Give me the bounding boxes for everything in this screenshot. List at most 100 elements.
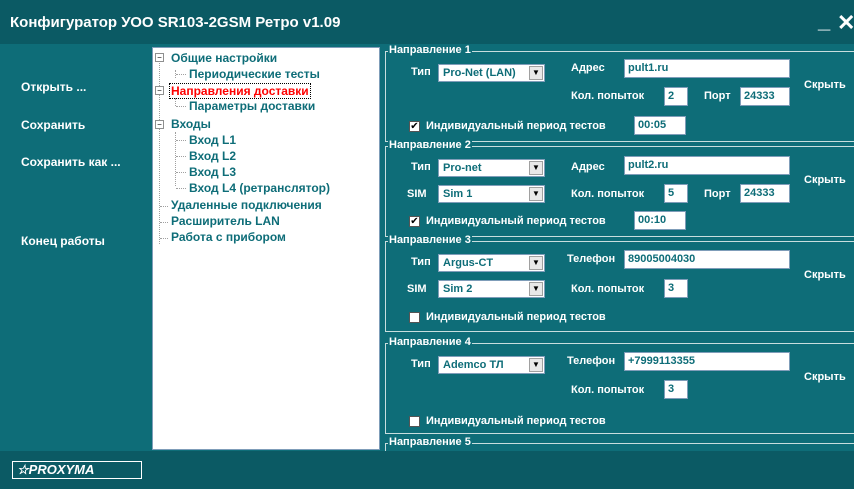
port-field[interactable]: 24333 [740,87,790,106]
chevron-down-icon[interactable]: ▼ [529,66,543,80]
chevron-down-icon[interactable]: ▼ [529,358,543,372]
type-select[interactable]: Ademco ТЛ ▼ [438,356,545,374]
tree-guide-line [160,206,168,207]
attempts-label: Кол. попыток [571,283,645,295]
individual-period-checkbox[interactable] [409,312,420,323]
address-label: Адрес [571,62,605,74]
address-label: Адрес [571,161,605,173]
type-value: Pro-Net (LAN) [443,67,516,79]
individual-period-label: Индивидуальный период тестов [426,215,606,227]
chevron-down-icon[interactable]: ▼ [529,187,543,201]
tree-guide-line [160,238,168,239]
port-label: Порт [704,90,731,102]
direction-group: Направление 2 Тип Pro-net ▼ Адрес pult2.… [385,139,854,237]
close-button[interactable]: ✕ [837,10,854,36]
tree-item-lan-extender[interactable]: Расширитель LAN [171,214,280,228]
tree-item-inputs[interactable]: Входы [171,117,211,131]
tree-guide-line [176,172,186,173]
attempts-field[interactable]: 3 [664,279,688,298]
tree-item-delivery-directions[interactable]: Направления доставки [169,83,311,99]
address-field[interactable]: pult2.ru [624,156,790,175]
type-value: Ademco ТЛ [443,359,504,371]
hide-button[interactable]: Скрыть [804,174,846,186]
tree-item-remote-connections[interactable]: Удаленные подключения [171,198,322,212]
individual-period-label: Индивидуальный период тестов [426,415,606,427]
direction-title: Направление 3 [388,234,472,246]
title-bar: Конфигуратор УОО SR103-2GSM Ретро v1.09 … [0,0,854,44]
tree-item-device-work[interactable]: Работа с прибором [171,230,286,244]
type-label: Тип [411,358,431,370]
tree-guide-line [175,98,176,106]
footer-bar: ☆PROXYMA [0,451,854,489]
phone-label: Телефон [567,253,616,265]
period-field[interactable]: 00:05 [634,116,686,135]
exit-button[interactable]: Конец работы [21,234,105,248]
tree-item-input-l1[interactable]: Вход L1 [189,133,236,147]
type-label: Тип [411,66,431,78]
period-field[interactable]: 00:10 [634,211,686,230]
type-select[interactable]: Argus-CT ▼ [438,254,545,272]
tree-guide-line [160,222,168,223]
hide-button[interactable]: Скрыть [804,79,846,91]
chevron-down-icon[interactable]: ▼ [529,161,543,175]
minus-box-icon[interactable]: − [155,120,164,129]
sim-label: SIM [407,283,427,295]
sim-label: SIM [407,188,427,200]
phone-label: Телефон [567,355,616,367]
minus-box-icon[interactable]: − [155,86,164,95]
phone-field[interactable]: +7999113355 [624,352,790,371]
type-label: Тип [411,256,431,268]
save-button[interactable]: Сохранить [21,118,85,132]
port-field[interactable]: 24333 [740,184,790,203]
attempts-label: Кол. попыток [571,188,645,200]
direction-title: Направление 1 [388,45,472,56]
tree-item-input-l2[interactable]: Вход L2 [189,149,236,163]
type-value: Pro-net [443,162,482,174]
window-title: Конфигуратор УОО SR103-2GSM Ретро v1.09 [10,14,341,31]
chevron-down-icon[interactable]: ▼ [529,256,543,270]
individual-period-label: Индивидуальный период тестов [426,120,606,132]
address-field[interactable]: pult1.ru [624,59,790,78]
tree-item-delivery-params[interactable]: Параметры доставки [189,99,315,113]
direction-group: Направление 3 Тип Argus-CT ▼ Телефон 890… [385,234,854,332]
individual-period-checkbox[interactable]: ✔ [409,121,420,132]
sim-select[interactable]: Sim 2 ▼ [438,280,545,298]
phone-field[interactable]: 89005004030 [624,250,790,269]
attempts-label: Кол. попыток [571,90,645,102]
attempts-field[interactable]: 3 [664,380,688,399]
tree-guide-line [176,106,186,107]
individual-period-checkbox[interactable] [409,416,420,427]
chevron-down-icon[interactable]: ▼ [529,282,543,296]
save-as-button[interactable]: Сохранить как ... [21,155,121,169]
attempts-field[interactable]: 5 [664,184,688,203]
tree-guide-line [176,74,186,75]
tree-item-input-l4[interactable]: Вход L4 (ретранслятор) [189,181,330,195]
open-button[interactable]: Открыть ... [21,80,86,94]
port-label: Порт [704,188,731,200]
directions-panel[interactable]: Направление 1 Тип Pro-Net (LAN) ▼ Адрес … [381,45,854,451]
tree-guide-line [176,188,186,189]
individual-period-label: Индивидуальный период тестов [426,311,606,323]
tree-item-general[interactable]: Общие настройки [171,51,277,65]
proxyma-logo: ☆PROXYMA [12,461,142,479]
direction-group: Направление 5 [385,436,854,451]
type-select[interactable]: Pro-Net (LAN) ▼ [438,64,545,82]
type-value: Argus-CT [443,257,494,269]
sim-select[interactable]: Sim 1 ▼ [438,185,545,203]
settings-tree: − Общие настройки Периодические тесты − … [152,47,380,450]
individual-period-checkbox[interactable]: ✔ [409,216,420,227]
direction-group: Направление 1 Тип Pro-Net (LAN) ▼ Адрес … [385,45,854,142]
hide-button[interactable]: Скрыть [804,371,846,383]
attempts-field[interactable]: 2 [664,87,688,106]
hide-button[interactable]: Скрыть [804,269,846,281]
tree-item-input-l3[interactable]: Вход L3 [189,165,236,179]
attempts-label: Кол. попыток [571,384,645,396]
type-label: Тип [411,161,431,173]
minimize-button[interactable]: _ [818,8,830,34]
minus-box-icon[interactable]: − [155,53,164,62]
direction-title: Направление 4 [388,336,472,348]
tree-item-periodic-tests[interactable]: Периодические тесты [189,67,320,81]
direction-title: Направление 2 [388,139,472,151]
tree-guide-line [176,156,186,157]
type-select[interactable]: Pro-net ▼ [438,159,545,177]
